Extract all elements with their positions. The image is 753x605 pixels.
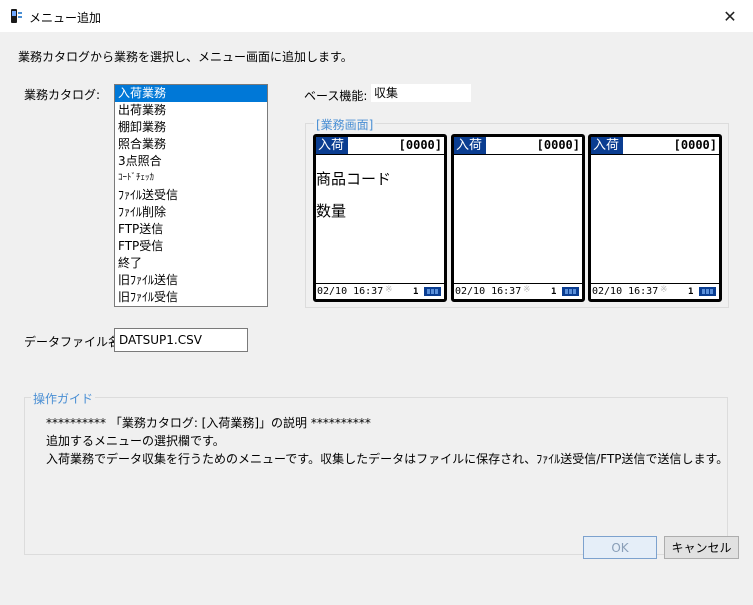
catalog-item[interactable]: 終了 [115,255,267,272]
device-time: 02/10 16:37 [455,286,522,297]
title-bar: メニュー追加 ✕ [0,0,753,32]
device-title: 入荷 [454,137,487,154]
instruction-text: 業務カタログから業務を選択し、メニュー画面に追加します。 [18,50,353,64]
device-header: 入荷 [0000] [454,137,582,155]
close-icon: ✕ [723,6,737,26]
catalog-label: 業務カタログ: [24,88,101,102]
screens-legend: [業務画面] [314,116,376,133]
data-file-label: データファイル名: [24,335,125,349]
battery-icon [699,287,716,296]
device-status-bar: 02/10 16:37 ※ 1 [316,283,444,299]
base-function-label: ベース機能: [304,89,368,103]
device-code: [0000] [673,138,717,152]
device-time: 02/10 16:37 [317,286,384,297]
catalog-item[interactable]: 棚卸業務 [115,119,267,136]
guide-legend: 操作ガイド [31,390,96,407]
device-field-label: 商品コード [316,170,392,188]
base-function-value: 収集 [371,84,471,102]
window-title: メニュー追加 [29,11,102,25]
device-code: [0000] [536,138,580,152]
guide-line: 入荷業務でデータ収集を行うためのメニューです。収集したデータはファイルに保存され… [46,452,729,466]
catalog-item[interactable]: 旧ﾌｧｲﾙ送信 [115,272,267,289]
catalog-item[interactable]: FTP受信 [115,238,267,255]
battery-icon [562,287,579,296]
device-status-bar: 02/10 16:37 ※ 1 [591,283,719,299]
device-code: [0000] [398,138,442,152]
catalog-item[interactable]: 旧ﾌｧｲﾙ受信 [115,289,267,306]
close-button[interactable]: ✕ [707,0,753,32]
catalog-item[interactable]: 照合業務 [115,136,267,153]
catalog-item[interactable]: ｺｰﾄﾞﾁｪｯｶ [115,170,267,187]
data-file-input[interactable] [114,328,248,352]
catalog-item[interactable]: ﾌｧｲﾙ送受信 [115,187,267,204]
catalog-listbox[interactable]: 入荷業務 出荷業務 棚卸業務 照合業務 3点照合 ｺｰﾄﾞﾁｪｯｶ ﾌｧｲﾙ送受信 ﾌｧｲﾙ削… [114,84,268,307]
signal-icon: ※ [523,285,531,295]
device-page-number: 1 [688,287,694,297]
device-page-number: 1 [413,287,419,297]
ok-button[interactable]: OK [583,536,657,559]
device-time: 02/10 16:37 [592,286,659,297]
device-status-bar: 02/10 16:37 ※ 1 [454,283,582,299]
device-title: 入荷 [316,137,349,154]
signal-icon: ※ [660,285,668,295]
device-title: 入荷 [591,137,624,154]
app-icon [11,9,22,23]
catalog-item[interactable]: 出荷業務 [115,102,267,119]
guide-line: ********** 「業務カタログ: [入荷業務]」の説明 *********… [46,416,371,430]
battery-icon [424,287,441,296]
device-preview: 入荷 [0000] 02/10 16:37 ※ 1 [451,134,585,302]
signal-icon: ※ [385,285,393,295]
device-header: 入荷 [0000] [316,137,444,155]
catalog-item[interactable]: 3点照合 [115,153,267,170]
catalog-item[interactable]: FTP送信 [115,221,267,238]
device-page-number: 1 [551,287,557,297]
device-header: 入荷 [0000] [591,137,719,155]
catalog-item[interactable]: 入荷業務 [115,85,267,102]
catalog-item[interactable]: ﾌｧｲﾙ削除 [115,204,267,221]
dialog-body: 業務カタログから業務を選択し、メニュー画面に追加します。 業務カタログ: 入荷業… [0,32,753,605]
device-preview: 入荷 [0000] 商品コード数量 02/10 16:37 ※ 1 [313,134,447,302]
device-field-label: 数量 [316,202,347,220]
cancel-button[interactable]: キャンセル [664,536,739,559]
guide-line: 追加するメニューの選択欄です。 [46,434,225,448]
device-preview: 入荷 [0000] 02/10 16:37 ※ 1 [588,134,722,302]
